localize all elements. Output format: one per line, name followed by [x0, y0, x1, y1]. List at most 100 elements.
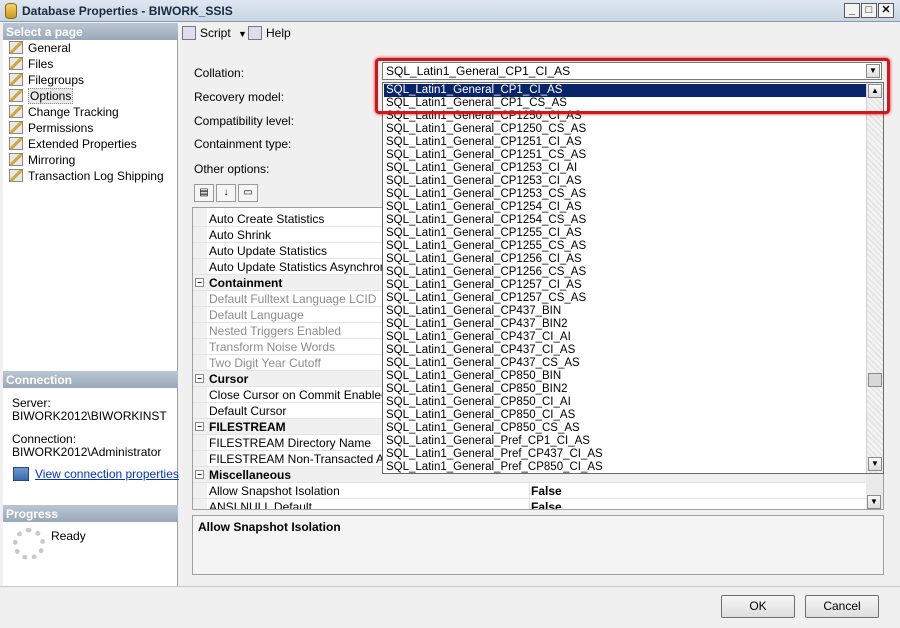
view-connection-properties[interactable]: View connection properties: [13, 467, 179, 481]
view-connection-link[interactable]: View connection properties: [35, 467, 179, 481]
page-item-permissions[interactable]: Permissions: [9, 121, 93, 137]
collation-label: Collation:: [194, 66, 245, 80]
collation-option[interactable]: SQL_Latin1_General_CP850_BIN: [384, 370, 866, 383]
collapse-icon[interactable]: −: [195, 470, 204, 479]
progress-header: Progress: [3, 505, 178, 522]
dialog-footer: OK Cancel: [0, 586, 900, 628]
collation-option[interactable]: SQL_Latin1_General_CP1254_CI_AS: [384, 201, 866, 214]
select-page-header: Select a page: [3, 23, 178, 40]
collation-option[interactable]: SQL_Latin1_General_CP1253_CI_AS: [384, 175, 866, 188]
compatibility-level-label: Compatibility level:: [194, 114, 295, 128]
page-icon: [9, 89, 23, 102]
collation-option[interactable]: SQL_Latin1_General_Pref_CP850_CI_AS: [384, 461, 866, 474]
collation-option[interactable]: SQL_Latin1_General_CP850_CS_AS: [384, 422, 866, 435]
page-item-options[interactable]: Options: [9, 88, 74, 105]
categorized-icon[interactable]: ▤: [194, 184, 214, 202]
script-icon: [182, 26, 196, 40]
page-item-mirroring[interactable]: Mirroring: [9, 153, 75, 169]
other-options-label: Other options:: [194, 162, 270, 176]
collapse-icon[interactable]: −: [195, 422, 204, 431]
scroll-down-icon[interactable]: ▼: [867, 495, 881, 509]
close-button[interactable]: ✕: [878, 3, 894, 18]
collation-option[interactable]: SQL_Latin1_General_CP437_BIN2: [384, 318, 866, 331]
maximize-button[interactable]: □: [861, 3, 877, 18]
page-item-change-tracking[interactable]: Change Tracking: [9, 105, 119, 121]
collation-option[interactable]: SQL_Latin1_General_CP1253_CI_AI: [384, 162, 866, 175]
page-icon: [9, 57, 23, 70]
collation-option[interactable]: SQL_Latin1_General_CP1251_CI_AS: [384, 136, 866, 149]
grid-toolbar: ▤ ↓ ▭: [194, 184, 260, 202]
toolbar: Script ▼ Help: [180, 23, 897, 45]
window-title: Database Properties - BIWORK_SSIS: [22, 4, 233, 18]
collation-option[interactable]: SQL_Latin1_General_CP850_CI_AI: [384, 396, 866, 409]
collation-option[interactable]: SQL_Latin1_General_CP1253_CS_AS: [384, 188, 866, 201]
collation-option[interactable]: SQL_Latin1_General_Pref_CP437_CI_AS: [384, 448, 866, 461]
progress-status: Ready: [51, 529, 86, 543]
collation-option[interactable]: SQL_Latin1_General_CP1256_CS_AS: [384, 266, 866, 279]
ok-button[interactable]: OK: [721, 595, 795, 618]
connection-header: Connection: [3, 371, 178, 388]
property-pages-icon[interactable]: ▭: [238, 184, 258, 202]
title-bar: Database Properties - BIWORK_SSIS _ □ ✕: [0, 0, 900, 22]
listbox-scrollbar[interactable]: ▲ ▼: [866, 83, 883, 473]
collation-option[interactable]: SQL_Latin1_General_CP850_CI_AS: [384, 409, 866, 422]
page-icon: [9, 169, 23, 182]
property-value[interactable]: False: [531, 484, 562, 498]
highlight-annotation: [375, 58, 890, 114]
scroll-down-icon[interactable]: ▼: [868, 457, 882, 471]
collation-option[interactable]: SQL_Latin1_General_CP1251_CS_AS: [384, 149, 866, 162]
collation-option[interactable]: SQL_Latin1_General_CP437_CS_AS: [384, 357, 866, 370]
collation-option[interactable]: SQL_Latin1_General_CP1256_CI_AS: [384, 253, 866, 266]
page-icon: [9, 41, 23, 54]
collation-option[interactable]: SQL_Latin1_General_CP1250_CS_AS: [384, 123, 866, 136]
collation-option[interactable]: SQL_Latin1_General_CP437_CI_AI: [384, 331, 866, 344]
collation-option[interactable]: SQL_Latin1_General_CP1254_CS_AS: [384, 214, 866, 227]
scroll-thumb[interactable]: [868, 373, 882, 387]
script-button[interactable]: Script ▼: [182, 26, 247, 40]
page-icon: [9, 137, 23, 150]
progress-spinner-icon: [13, 528, 45, 560]
page-item-files[interactable]: Files: [9, 57, 53, 73]
properties-icon: [13, 467, 29, 481]
property-value[interactable]: False: [531, 500, 562, 509]
collation-listbox[interactable]: SQL_Latin1_General_CP1_CI_AS SQL_Latin1_G…: [382, 82, 884, 474]
server-label: Server:: [12, 396, 51, 410]
recovery-model-label: Recovery model:: [194, 90, 285, 104]
chevron-down-icon[interactable]: ▼: [238, 29, 247, 39]
minimize-button[interactable]: _: [844, 3, 860, 18]
collation-option[interactable]: SQL_Latin1_General_CP1257_CI_AS: [384, 279, 866, 292]
sort-alphabetical-icon[interactable]: ↓: [216, 184, 236, 202]
collapse-icon[interactable]: −: [195, 278, 204, 287]
collation-option[interactable]: SQL_Latin1_General_Pref_CP1_CI_AS: [384, 435, 866, 448]
property-name: ANSI NULL Default: [209, 500, 312, 510]
collation-option[interactable]: SQL_Latin1_General_CP437_BIN: [384, 305, 866, 318]
grid-row[interactable]: Allow Snapshot Isolation False: [193, 483, 883, 499]
collation-option[interactable]: SQL_Latin1_General_CP437_CI_AS: [384, 344, 866, 357]
containment-type-label: Containment type:: [194, 137, 292, 151]
page-icon: [9, 105, 23, 118]
description-pane: Allow Snapshot Isolation: [192, 515, 884, 575]
collation-option[interactable]: SQL_Latin1_General_CP850_BIN2: [384, 383, 866, 396]
help-button[interactable]: Help: [248, 26, 291, 40]
server-value: BIWORK2012\BIWORKINST: [12, 409, 167, 423]
page-icon: [9, 73, 23, 86]
property-name: Allow Snapshot Isolation: [209, 484, 340, 498]
left-panel: Select a page General Files Filegroups Opti…: [3, 23, 179, 586]
database-icon: [5, 3, 17, 19]
grid-row[interactable]: ANSI NULL Default False: [193, 499, 883, 510]
page-item-extended-properties[interactable]: Extended Properties: [9, 137, 137, 153]
connection-value: BIWORK2012\Administrator: [12, 445, 162, 459]
description-title: Allow Snapshot Isolation: [198, 520, 341, 534]
collation-option[interactable]: SQL_Latin1_General_CP1257_CS_AS: [384, 292, 866, 305]
cancel-button[interactable]: Cancel: [805, 595, 879, 618]
collation-option[interactable]: SQL_Latin1_General_CP1255_CS_AS: [384, 240, 866, 253]
page-icon: [9, 153, 23, 166]
collapse-icon[interactable]: −: [195, 374, 204, 383]
page-item-transaction-log-shipping[interactable]: Transaction Log Shipping: [9, 169, 164, 185]
help-icon: [248, 26, 262, 40]
page-item-filegroups[interactable]: Filegroups: [9, 73, 84, 89]
page-item-general[interactable]: General: [9, 41, 71, 57]
page-icon: [9, 121, 23, 134]
connection-label: Connection:: [12, 432, 77, 446]
collation-option[interactable]: SQL_Latin1_General_CP1255_CI_AS: [384, 227, 866, 240]
